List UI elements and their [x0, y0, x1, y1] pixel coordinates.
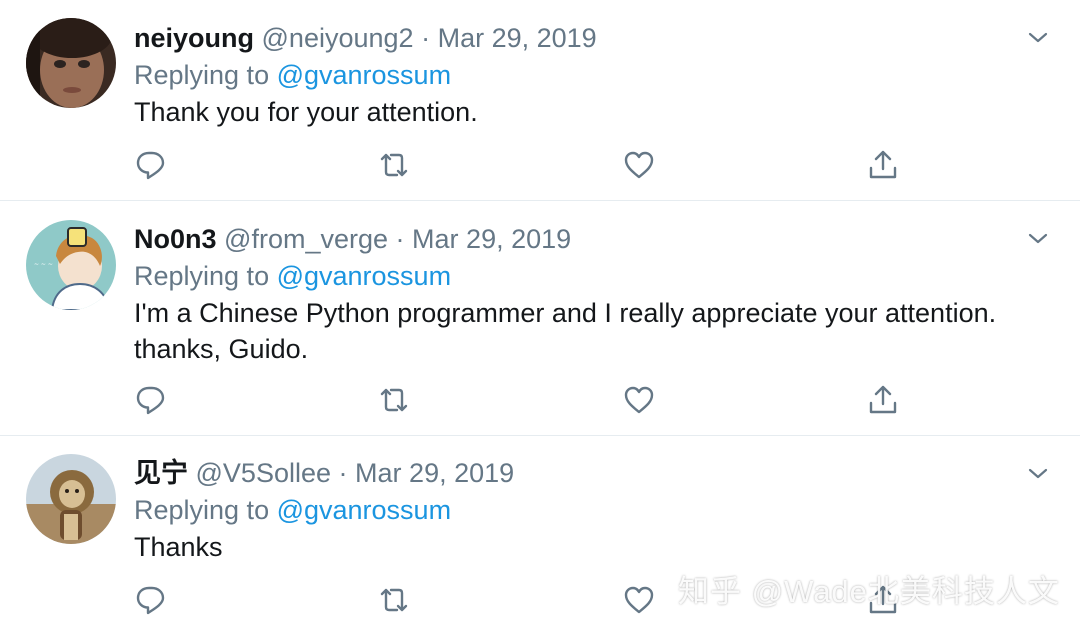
separator-dot: · [421, 23, 431, 53]
avatar-image: ~ ~ ~ [26, 220, 116, 310]
display-name[interactable]: No0n3 [134, 224, 217, 254]
tweet-header: No0n3 @from_verge · Mar 29, 2019 [134, 221, 1050, 257]
user-handle[interactable]: @V5Sollee [196, 458, 332, 488]
tweet-text: Thanks [134, 532, 223, 562]
chevron-down-icon[interactable] [1026, 462, 1050, 486]
svg-text:~ ~ ~: ~ ~ ~ [34, 261, 53, 268]
reply-icon[interactable] [134, 148, 168, 182]
avatar[interactable] [26, 18, 116, 108]
tweet-text: I'm a Chinese Python programmer and I re… [134, 298, 997, 364]
tweet-actions [134, 383, 914, 417]
chevron-down-icon[interactable] [1026, 26, 1050, 50]
reply-icon[interactable] [134, 383, 168, 417]
separator-dot: · [338, 458, 348, 488]
tweet[interactable]: neiyoung @neiyoung2 · Mar 29, 2019 Reply… [0, 0, 1080, 201]
reply-icon[interactable] [134, 583, 168, 617]
mention-link[interactable]: @gvanrossum [277, 60, 451, 90]
like-icon[interactable] [622, 148, 656, 182]
chevron-down-icon[interactable] [1026, 227, 1050, 251]
tweet-text: Thank you for your attention. [134, 97, 478, 127]
user-handle[interactable]: @from_verge [224, 224, 388, 254]
user-handle[interactable]: @neiyoung2 [262, 23, 414, 53]
tweet-date[interactable]: Mar 29, 2019 [355, 458, 514, 488]
mention-link[interactable]: @gvanrossum [277, 495, 451, 525]
tweet-content: 见宁 @V5Sollee · Mar 29, 2019 Replying to … [134, 455, 1050, 565]
replying-label: Replying to [134, 60, 277, 90]
share-icon[interactable] [866, 383, 900, 417]
like-icon[interactable] [622, 383, 656, 417]
tweet-content: neiyoung @neiyoung2 · Mar 29, 2019 Reply… [134, 20, 1050, 130]
avatar-image [26, 454, 116, 544]
retweet-icon[interactable] [377, 148, 411, 182]
replying-label: Replying to [134, 261, 277, 291]
display-name[interactable]: neiyoung [134, 23, 254, 53]
tweet-actions [134, 148, 914, 182]
avatar-image [26, 18, 116, 108]
retweet-icon[interactable] [377, 383, 411, 417]
mention-link[interactable]: @gvanrossum [277, 261, 451, 291]
separator-dot: · [395, 224, 405, 254]
tweet-header: 见宁 @V5Sollee · Mar 29, 2019 [134, 455, 1050, 491]
replying-to: Replying to @gvanrossum [134, 491, 1050, 529]
replying-to: Replying to @gvanrossum [134, 56, 1050, 94]
tweet-content: No0n3 @from_verge · Mar 29, 2019 Replyin… [134, 221, 1050, 367]
replying-to: Replying to @gvanrossum [134, 257, 1050, 295]
tweet-date[interactable]: Mar 29, 2019 [438, 23, 597, 53]
avatar[interactable] [26, 454, 116, 544]
tweet-date[interactable]: Mar 29, 2019 [412, 224, 571, 254]
share-icon[interactable] [866, 148, 900, 182]
tweet[interactable]: ~ ~ ~ No0n3 @from_verge · Mar 29, 2019 R… [0, 201, 1080, 436]
tweet-header: neiyoung @neiyoung2 · Mar 29, 2019 [134, 20, 1050, 56]
like-icon[interactable] [622, 583, 656, 617]
replying-label: Replying to [134, 495, 277, 525]
avatar[interactable]: ~ ~ ~ [26, 220, 116, 310]
watermark-text: 知乎 @Wade北美科技人文 [678, 574, 1060, 609]
retweet-icon[interactable] [377, 583, 411, 617]
display-name[interactable]: 见宁 [134, 458, 188, 488]
